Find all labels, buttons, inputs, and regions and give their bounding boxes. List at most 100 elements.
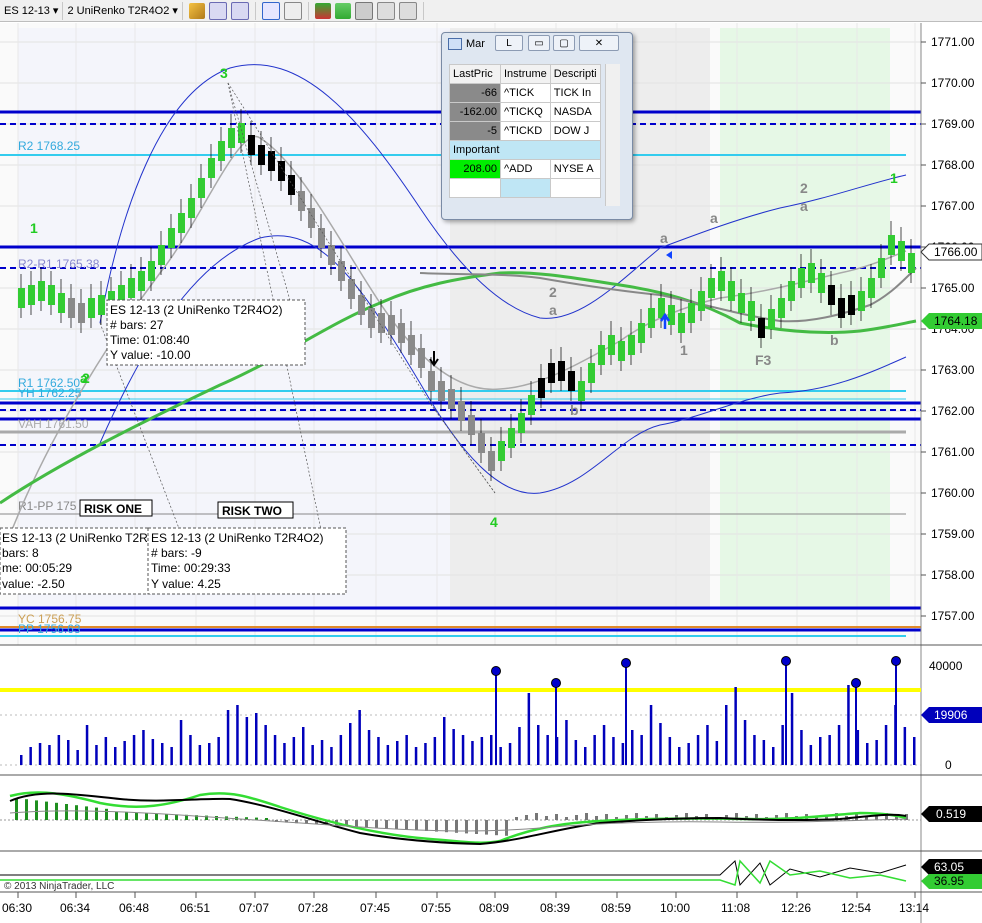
link-button[interactable]: L — [495, 35, 523, 51]
instrument-selector[interactable]: ES 12-13 ▾ — [0, 1, 64, 20]
time-tick: 07:28 — [298, 901, 328, 915]
tooltip-2-title: ES 12-13 (2 UniRenko T2R — [2, 531, 148, 545]
chart-style-icon[interactable] — [314, 2, 331, 19]
renko-bar — [478, 433, 485, 453]
renko-bar — [408, 335, 415, 355]
renko-bar — [908, 253, 915, 273]
zoom-out-icon[interactable] — [230, 1, 249, 20]
volume-current-marker: 19906 — [934, 708, 968, 722]
volume-bar — [866, 743, 869, 765]
renko-bar — [268, 151, 275, 171]
renko-bar — [588, 363, 595, 383]
renko-bar — [448, 389, 455, 409]
measure-tooltip-1: ES 12-13 (2 UniRenko T2R4O2) # bars: 27 … — [106, 299, 306, 366]
market-analyzer-window[interactable]: Mar L ▭ ▢ ✕ LastPric Instrume Descripti … — [441, 32, 633, 220]
header-description[interactable]: Descripti — [549, 64, 601, 84]
properties-icon[interactable] — [283, 1, 302, 20]
table-row[interactable]: 208.00 ^ADD NYSE A — [449, 159, 601, 179]
renko-bar — [458, 401, 465, 421]
renko-bar — [438, 381, 445, 401]
minimize-icon[interactable]: ▭ — [528, 35, 550, 51]
volume-bar — [480, 737, 484, 765]
volume-bar — [114, 747, 117, 765]
volume-bar — [414, 747, 418, 765]
volume-bar — [236, 705, 239, 765]
ma-price-marker: 1764.18 — [934, 314, 978, 328]
histogram-bar — [505, 820, 508, 836]
histogram-bar — [365, 820, 368, 828]
histogram-bar — [425, 820, 428, 831]
market-analyzer-scrollbar[interactable] — [605, 64, 620, 206]
renko-bar — [518, 413, 525, 433]
measure-tooltip-2: ES 12-13 (2 UniRenko T2R bars: 8 me: 00:… — [0, 527, 151, 595]
zoom-in-icon[interactable] — [208, 1, 227, 20]
swing-label-2c: 2 — [800, 180, 808, 196]
renko-bar — [418, 348, 425, 368]
renko-bar — [778, 298, 785, 318]
swing-label-1: 1 — [30, 220, 38, 236]
renko-bar — [38, 281, 45, 301]
volume-bar — [377, 737, 380, 765]
pencil-icon[interactable] — [188, 2, 205, 19]
renko-bar — [398, 323, 405, 343]
histogram-bar — [585, 813, 588, 820]
r1pp-label: R1-PP 175 — [18, 499, 77, 513]
volume-bar — [208, 743, 211, 765]
histogram-bar — [105, 808, 108, 820]
time-tick: 06:30 — [2, 901, 32, 915]
data-box-icon[interactable] — [398, 1, 417, 20]
table-row[interactable]: -5 ^TICKD DOW J — [449, 121, 601, 141]
maximize-icon[interactable]: ▢ — [553, 35, 575, 51]
group-row[interactable]: Important — [449, 140, 601, 160]
histogram-bar — [85, 806, 88, 820]
renko-bar — [668, 305, 675, 325]
renko-bar — [88, 298, 95, 318]
renko-bar — [818, 273, 825, 293]
renko-bar — [788, 281, 795, 301]
table-row[interactable]: -66 ^TICK TICK In — [449, 83, 601, 103]
cell-instrument: ^TICK — [500, 83, 551, 103]
group-label: Important — [449, 140, 601, 160]
chart-type-icon[interactable] — [334, 2, 351, 19]
renko-bar — [228, 128, 235, 148]
renko-bar — [888, 235, 895, 255]
market-analyzer-table: LastPric Instrume Descripti -66 ^TICK TI… — [449, 64, 601, 198]
volume-bar — [734, 687, 737, 765]
cell-description: TICK In — [549, 83, 601, 103]
volume-bar — [508, 743, 512, 765]
crosshair-icon[interactable] — [261, 1, 280, 20]
cell-instrument: ^TICKD — [500, 121, 551, 141]
dollar-icon[interactable] — [376, 1, 395, 20]
volume-bar — [537, 725, 540, 765]
r2-label: R2 1768.25 — [18, 139, 80, 153]
swing-label-a4: a — [710, 210, 718, 226]
close-icon[interactable]: ✕ — [579, 35, 619, 51]
time-tick: 06:34 — [60, 901, 90, 915]
tooltip-3-yvalue: Y value: 4.25 — [151, 577, 221, 591]
volume-bar — [884, 725, 888, 765]
volume-bar — [490, 735, 493, 765]
volume-bar — [743, 720, 747, 765]
histogram-bar — [555, 814, 558, 820]
header-instrument[interactable]: Instrume — [500, 64, 551, 84]
swing-label-b: b — [570, 402, 579, 418]
table-row-empty[interactable] — [449, 178, 601, 198]
period-selector[interactable]: 2 UniRenko T2R4O2 ▾ — [63, 1, 183, 20]
renko-bar — [328, 245, 335, 265]
volume-bar — [367, 730, 371, 765]
renko-bar — [798, 268, 805, 288]
price-tick: 1767.00 — [931, 199, 975, 213]
market-analyzer-titlebar[interactable]: Mar L ▭ ▢ ✕ — [442, 33, 632, 55]
volume-bar — [790, 693, 794, 765]
price-tick: 1768.00 — [931, 158, 975, 172]
renko-bar — [148, 261, 155, 281]
strategy-icon[interactable] — [354, 1, 373, 20]
header-last-price[interactable]: LastPric — [449, 64, 501, 84]
histogram-bar — [475, 820, 478, 834]
volume-bar — [715, 741, 719, 765]
table-row[interactable]: -162.00 ^TICKQ NASDA — [449, 102, 601, 122]
volume-bar — [649, 705, 653, 765]
volume-bar — [602, 725, 606, 765]
volume-bar — [461, 735, 465, 765]
tooltip-2-bars: bars: 8 — [2, 546, 39, 560]
